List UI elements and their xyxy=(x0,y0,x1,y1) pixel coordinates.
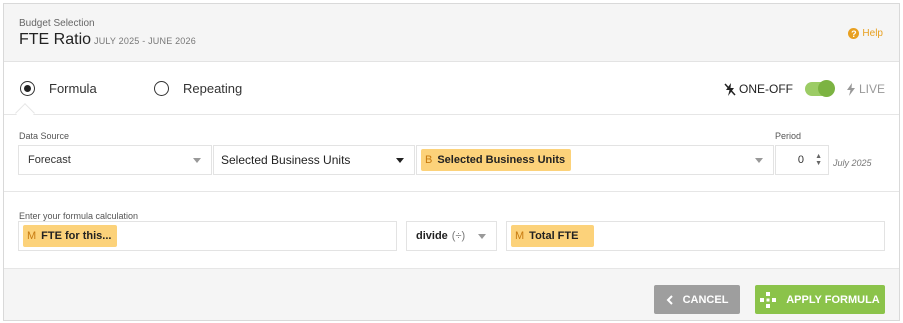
operator-select[interactable]: divide (÷) xyxy=(406,221,497,251)
divider xyxy=(4,191,899,192)
page-title: FTE Ratio xyxy=(19,31,92,48)
live-toggle-group: ONE-OFF LIVE xyxy=(724,80,885,97)
bolt-icon xyxy=(846,82,855,96)
radio-checked-icon xyxy=(20,81,35,96)
tag-type-letter: M xyxy=(515,230,525,242)
mode-row: Formula Repeating ONE-OFF LIVE xyxy=(4,62,899,123)
data-source-value: Forecast xyxy=(28,154,71,166)
tag-label: Selected Business Units xyxy=(437,154,566,166)
bolt-off-icon xyxy=(724,82,736,96)
formula-right-operand[interactable]: M Total FTE xyxy=(506,221,885,251)
chevron-down-icon xyxy=(478,234,486,239)
fte-metric-tag[interactable]: M FTE for this... xyxy=(23,225,118,247)
selection-pointer xyxy=(15,103,35,123)
period-value: 0 xyxy=(797,154,804,166)
live-label: LIVE xyxy=(858,82,885,96)
oneoff-label: ONE-OFF xyxy=(738,82,793,96)
repeating-radio-label: Repeating xyxy=(183,81,243,96)
dialog-header: Budget Selection FTE Ratio JULY 2025 - J… xyxy=(4,4,899,62)
cancel-button[interactable]: CANCEL xyxy=(654,285,740,314)
chevron-down-icon xyxy=(755,158,763,163)
period-stepper[interactable]: 0 ▲ ▼ xyxy=(775,145,829,175)
period-label: Period xyxy=(775,131,802,141)
tag-label: FTE for this... xyxy=(41,230,112,242)
oneoff-live-switch[interactable] xyxy=(804,80,835,97)
stepper-arrows-icon[interactable]: ▲ ▼ xyxy=(815,153,822,167)
help-label: Help xyxy=(862,28,883,39)
apply-formula-label: APPLY FORMULA xyxy=(786,293,880,306)
help-link[interactable]: ? Help xyxy=(848,28,883,39)
budget-selection-dialog: Budget Selection FTE Ratio JULY 2025 - J… xyxy=(3,3,900,321)
business-units-tag-field[interactable]: B Selected Business Units xyxy=(416,145,774,175)
live-option[interactable]: LIVE xyxy=(846,82,885,96)
data-source-select[interactable]: Forecast xyxy=(18,145,212,175)
business-units-select[interactable]: Selected Business Units xyxy=(213,145,415,175)
formula-radio[interactable]: Formula xyxy=(20,81,97,96)
formula-label: Enter your formula calculation xyxy=(19,211,139,221)
cancel-label: CANCEL xyxy=(682,293,729,306)
chevron-left-icon xyxy=(666,294,673,305)
total-fte-tag[interactable]: M Total FTE xyxy=(511,225,595,247)
period-range: JULY 2025 - JUNE 2026 xyxy=(94,36,196,46)
chevron-down-icon xyxy=(193,158,201,163)
help-icon: ? xyxy=(848,28,860,39)
repeating-radio[interactable]: Repeating xyxy=(154,81,242,96)
operator-value: divide xyxy=(416,230,448,242)
period-date: July 2025 xyxy=(833,158,872,168)
tag-type-letter: B xyxy=(425,154,433,166)
tag-label: Total FTE xyxy=(529,230,579,242)
chevron-down-icon xyxy=(396,158,404,163)
section-label: Budget Selection xyxy=(19,18,95,29)
apply-formula-button[interactable]: APPLY FORMULA xyxy=(755,285,885,314)
operator-symbol: (÷) xyxy=(451,230,466,242)
data-source-label: Data Source xyxy=(19,131,70,141)
business-units-tag[interactable]: B Selected Business Units xyxy=(421,149,572,171)
formula-left-operand[interactable]: M FTE for this... xyxy=(18,221,397,251)
oneoff-option[interactable]: ONE-OFF xyxy=(724,82,793,96)
tag-type-letter: M xyxy=(27,230,37,242)
dialog-footer: CANCEL APPLY FORMULA xyxy=(4,268,899,320)
formula-radio-label: Formula xyxy=(49,81,97,96)
formula-apply-icon xyxy=(760,291,777,308)
business-units-value: Selected Business Units xyxy=(221,153,351,167)
radio-unchecked-icon xyxy=(154,81,169,96)
